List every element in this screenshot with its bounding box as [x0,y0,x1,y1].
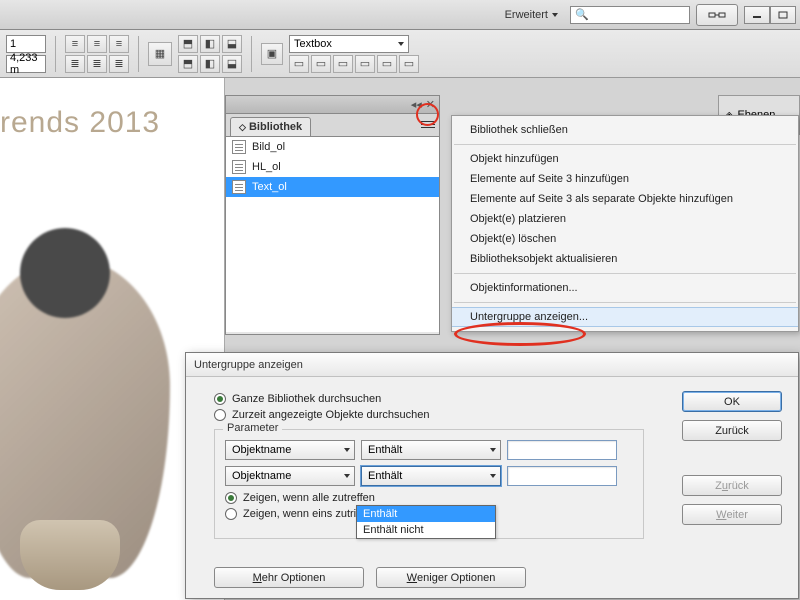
radio-icon [225,492,237,504]
library-item[interactable]: Text_ol [226,177,439,197]
menu-item[interactable]: Objekt(e) platzieren [452,209,798,229]
distribute-top-icon[interactable]: ⬒ [178,55,198,73]
more-options-button[interactable]: Mehr Optionen [214,567,364,588]
library-item-label: Bild_ol [252,141,285,153]
object-style-select[interactable]: Textbox [289,35,409,53]
param-field-select[interactable]: Objektname [225,466,355,486]
parameter-row-1: Objektname Enthält [225,440,633,460]
library-item[interactable]: Bild_ol [226,137,439,157]
page-headline: rends 2013 [0,78,224,140]
menu-separator [454,144,796,145]
ok-button[interactable]: OK [682,391,782,412]
param-field-select[interactable]: Objektname [225,440,355,460]
dialog-titlebar: Untergruppe anzeigen [186,353,798,377]
distribute-center-icon[interactable]: ◧ [200,55,220,73]
param-value-input[interactable] [507,466,617,486]
screen-icon [708,10,726,20]
menu-item[interactable]: Untergruppe anzeigen... [452,307,798,327]
chevron-down-icon [552,13,558,17]
dropdown-option[interactable]: Enthält nicht [357,522,495,538]
menu-separator [454,302,796,303]
text-frame-options-icon[interactable]: ▦ [148,42,172,66]
library-list: Bild_ol HL_ol Text_ol [226,137,439,332]
dropdown-option[interactable]: Enthält [357,506,495,522]
workspace-label: Erweitert [505,9,548,21]
wrap-shape-icon[interactable]: ▭ [355,55,375,73]
wrap-around-icon[interactable]: ▭ [333,55,353,73]
valign-middle-icon[interactable]: ◧ [200,35,220,53]
align-left-icon[interactable]: ≡ [65,35,85,53]
object-style-icon[interactable]: ▣ [261,43,283,65]
menu-item[interactable]: Objektinformationen... [452,278,798,298]
screen-mode-button[interactable] [696,4,738,26]
panel-menu-button[interactable] [419,116,437,132]
menu-item[interactable]: Bibliotheksobjekt aktualisieren [452,249,798,269]
radio-match-all[interactable]: Zeigen, wenn alle zutreffen [225,492,633,504]
workspace-dropdown[interactable]: Erweitert [499,7,564,23]
menu-item[interactable]: Objekt(e) löschen [452,229,798,249]
menu-item[interactable]: Bibliothek schließen [452,120,798,140]
align-center-icon[interactable]: ≡ [87,35,107,53]
menu-item[interactable]: Objekt hinzufügen [452,149,798,169]
forward-button[interactable]: Weiter [682,504,782,525]
search-input[interactable]: 🔍 [570,6,690,24]
window-buttons [744,6,796,24]
gutter-input[interactable]: 4,233 m [6,55,46,73]
distribute-bottom-icon[interactable]: ⬓ [222,55,242,73]
operator-dropdown-list: EnthältEnthält nicht [356,505,496,539]
control-bar: 1 4,233 m ≡ ≡ ≡ ≣ ≣ ≣ ▦ ⬒ ◧ ⬓ ⬒ ◧ ⬓ ▣ Te… [0,30,800,78]
panel-close-icon[interactable]: ✕ [426,98,435,111]
menu-item[interactable]: Elemente auf Seite 3 als separate Objekt… [452,189,798,209]
param-value-input[interactable] [507,440,617,460]
minimize-button[interactable] [744,6,770,24]
fewer-options-button[interactable]: Weniger Optionen [376,567,526,588]
clear-override-icon[interactable]: ▭ [289,55,309,73]
param-operator-select[interactable]: Enthält [361,440,501,460]
cancel-button[interactable]: Zurück [682,420,782,441]
library-item-label: HL_ol [252,161,281,173]
radio-icon [214,409,226,421]
library-tab[interactable]: ◇ Bibliothek [230,117,311,136]
document-icon [232,140,246,154]
document-icon [232,160,246,174]
menu-item[interactable]: Elemente auf Seite 3 hinzufügen [452,169,798,189]
chevron-down-icon [398,42,404,46]
wrap-jump-icon[interactable]: ▭ [377,55,397,73]
valign-bottom-icon[interactable]: ⬓ [222,35,242,53]
radio-icon [225,508,237,520]
menu-separator [454,273,796,274]
valign-top-icon[interactable]: ⬒ [178,35,198,53]
align-right-icon[interactable]: ≡ [109,35,129,53]
library-item-label: Text_ol [252,181,287,193]
justify-center-icon[interactable]: ≣ [87,55,107,73]
library-panel: ◂◂ ✕ ◇ Bibliothek Bild_ol HL_ol Text_ol [225,95,440,335]
document-icon [232,180,246,194]
wrap-column-icon[interactable]: ▭ [399,55,419,73]
subset-dialog: Untergruppe anzeigen Ganze Bibliothek du… [185,352,799,599]
panel-context-menu: Bibliothek schließenObjekt hinzufügenEle… [451,115,799,332]
library-item[interactable]: HL_ol [226,157,439,177]
bag-photo [20,520,120,590]
columns-input[interactable]: 1 [6,35,46,53]
maximize-button[interactable] [770,6,796,24]
wrap-none-icon[interactable]: ▭ [311,55,331,73]
app-titlebar: Erweitert 🔍 [0,0,800,30]
back-button[interactable]: Zurück [682,475,782,496]
radio-icon [214,393,226,405]
param-operator-select-open[interactable]: Enthält [361,466,501,486]
justify-left-icon[interactable]: ≣ [65,55,85,73]
justify-right-icon[interactable]: ≣ [109,55,129,73]
parameter-row-2: Objektname Enthält [225,466,633,486]
panel-collapse-icon[interactable]: ◂◂ [411,98,422,111]
